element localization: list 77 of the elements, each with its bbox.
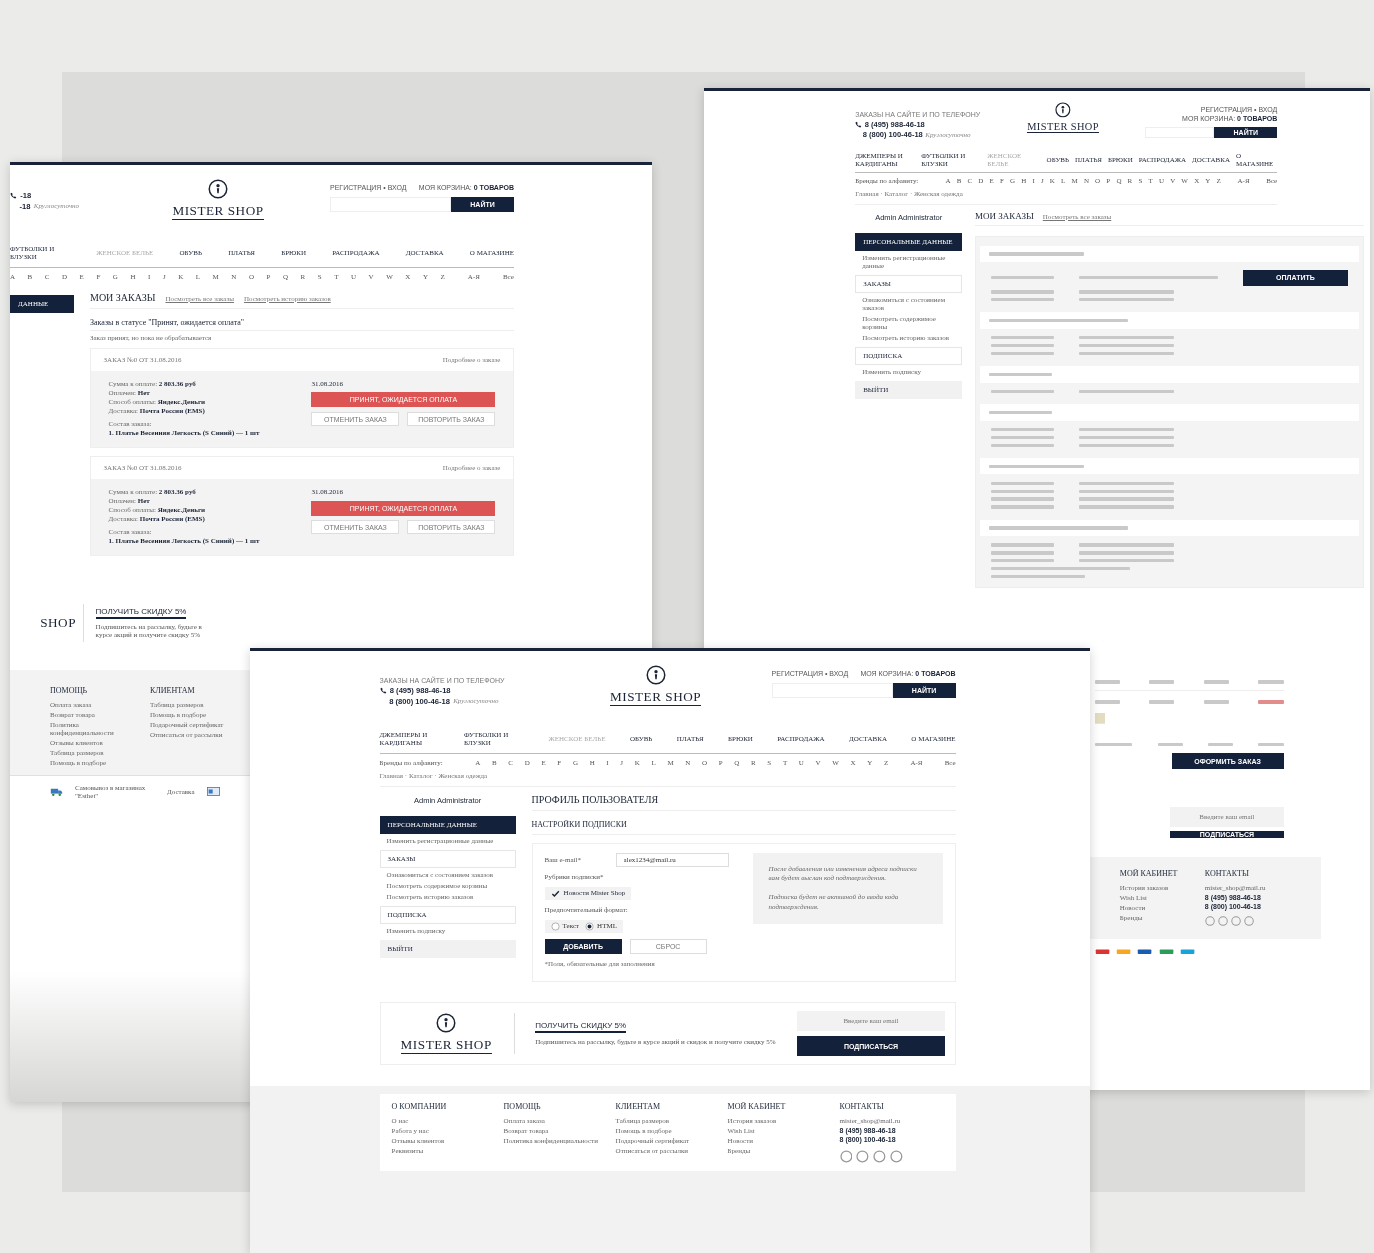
blurred-text-line xyxy=(991,443,1054,448)
phone-icon xyxy=(855,120,863,128)
footer-heading: КОНТАКТЫ xyxy=(839,1101,885,1111)
footer-heading: МОЙ КАБИНЕТ xyxy=(727,1101,787,1111)
blurred-text-line xyxy=(991,351,1054,356)
logo-text[interactable]: MISTER SHOP xyxy=(610,688,702,707)
truck-icon xyxy=(50,786,63,797)
search-field[interactable] xyxy=(330,196,451,212)
blurred-text-line xyxy=(989,372,1053,377)
search-field[interactable] xyxy=(771,682,893,698)
footer-heading: ПОМОЩЬ xyxy=(50,685,89,695)
blurred-text-line xyxy=(1258,680,1284,684)
blurred-text-line xyxy=(991,290,1054,294)
social-icon[interactable] xyxy=(873,1149,886,1163)
blurred-text-line xyxy=(989,410,1053,415)
logo-icon xyxy=(1055,102,1071,119)
payment-logo-icon xyxy=(1158,948,1174,956)
blurred-text-line xyxy=(1094,680,1120,684)
logo-icon xyxy=(645,665,666,686)
swatch-icon xyxy=(1094,713,1106,724)
payment-logo-icon xyxy=(1180,948,1196,956)
footer-heading: МОЙ КАБИНЕТ xyxy=(1119,869,1179,879)
logo-text: SHOP xyxy=(10,604,84,642)
search-field[interactable] xyxy=(1145,126,1215,139)
blurred-text-line xyxy=(991,427,1054,432)
logo-text: MISTER SHOP xyxy=(400,1036,492,1055)
footer-heading: КОНТАКТЫ xyxy=(1204,869,1250,879)
blurred-text-line xyxy=(991,343,1054,348)
blurred-text-line xyxy=(991,551,1054,555)
social-icon[interactable] xyxy=(890,1149,903,1163)
blurred-text-line xyxy=(991,505,1054,509)
logo-icon xyxy=(208,179,228,200)
section-title: Заказы в статусе "Принят, ожидается оплата" xyxy=(90,308,514,332)
blurred-text-line xyxy=(1094,700,1120,704)
footer-heading: О КОМПАНИИ xyxy=(391,1101,448,1111)
promo-title: ПОЛУЧИТЬ СКИДКУ 5% xyxy=(95,606,187,619)
logo-icon xyxy=(436,1013,457,1034)
blurred-text-line xyxy=(991,275,1054,280)
logo-text[interactable]: MISTER SHOP xyxy=(1027,120,1099,134)
page-title: МОИ ЗАКАЗЫ xyxy=(90,291,156,303)
blurred-text-line xyxy=(1258,700,1284,704)
social-icon[interactable] xyxy=(1244,916,1255,927)
blurred-text-line xyxy=(1149,700,1175,704)
blurred-text-line xyxy=(1203,680,1229,684)
blurred-text-line xyxy=(991,336,1054,340)
phone-icon xyxy=(379,686,387,694)
footer-heading: КЛИЕНТАМ xyxy=(150,685,196,695)
payment-logo-icon xyxy=(1137,948,1153,956)
blurred-text-line xyxy=(991,297,1054,302)
blurred-text-line xyxy=(991,489,1054,493)
page-title: МОИ ЗАКАЗЫ xyxy=(974,210,1034,221)
social-icon[interactable] xyxy=(1204,916,1215,927)
footer-heading: КЛИЕНТАМ xyxy=(615,1101,662,1111)
logo-text[interactable]: MISTER SHOP xyxy=(172,202,264,221)
social-icon[interactable] xyxy=(856,1149,870,1163)
blurred-text-line xyxy=(991,543,1054,547)
footer-heading: ПОМОЩЬ xyxy=(503,1101,542,1111)
blurred-text-line xyxy=(1094,742,1133,747)
social-icon[interactable] xyxy=(1218,916,1229,927)
blurred-text-line xyxy=(1258,742,1284,747)
blurred-text-line xyxy=(1208,742,1234,747)
payment-logo-icon xyxy=(1116,948,1132,956)
blurred-text-line xyxy=(991,559,1054,563)
card-icon xyxy=(206,787,220,797)
payment-logo-icon xyxy=(1094,948,1110,956)
blurred-text-line xyxy=(1157,742,1183,747)
blurred-text-line xyxy=(991,481,1054,486)
social-icon[interactable] xyxy=(839,1149,853,1163)
section-title: НАСТРОЙКИ ПОДПИСКИ xyxy=(531,810,956,835)
blurred-text-line xyxy=(1203,700,1229,704)
page-title: ПРОФИЛЬ ПОЛЬЗОВАТЕЛЯ xyxy=(531,793,659,805)
blurred-text-line xyxy=(991,497,1054,501)
blurred-text-line xyxy=(991,435,1054,440)
promo-title: ПОЛУЧИТЬ СКИДКУ 5% xyxy=(535,1021,627,1034)
blurred-text-line xyxy=(991,389,1054,394)
blurred-text-line xyxy=(1149,680,1175,684)
social-icon[interactable] xyxy=(1231,916,1242,927)
